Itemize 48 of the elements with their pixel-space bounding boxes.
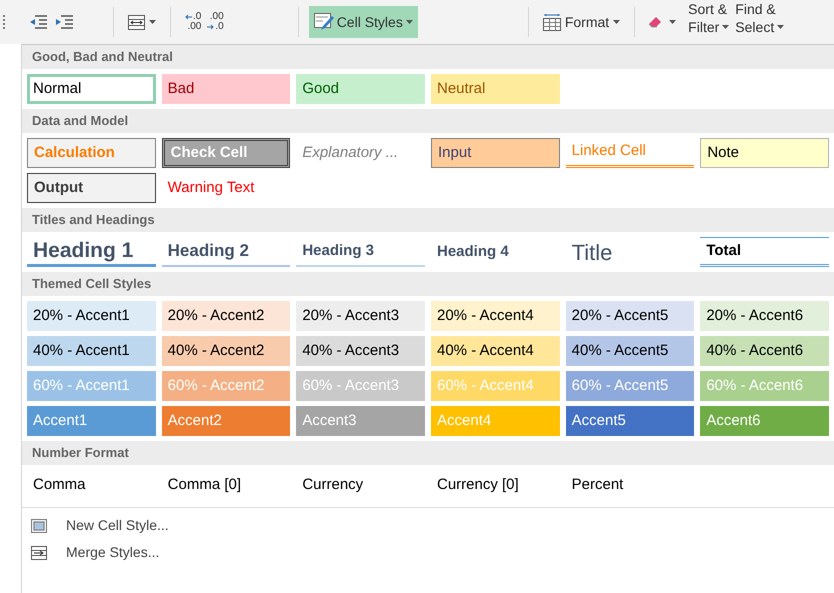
section-header: Titles and Headings	[22, 208, 834, 232]
caret-icon	[669, 20, 676, 24]
section-header: Number Format	[22, 441, 834, 465]
cell-style-option[interactable]: Output	[27, 173, 156, 203]
cell-style-option[interactable]: Total	[700, 237, 829, 267]
format-button[interactable]: Format	[528, 12, 634, 32]
cell-style-option[interactable]: 20% - Accent1	[27, 301, 156, 331]
caret-icon	[722, 25, 730, 29]
cell-style-option[interactable]: 20% - Accent5	[566, 301, 694, 331]
cell-style-option[interactable]: 40% - Accent5	[566, 336, 694, 366]
section-header: Data and Model	[22, 109, 834, 133]
section-header: Themed Cell Styles	[22, 272, 834, 296]
menu-item[interactable]: Merge Styles...	[22, 539, 834, 566]
cell-style-option[interactable]: 20% - Accent2	[162, 301, 290, 331]
cell-style-option[interactable]: 40% - Accent2	[162, 336, 290, 366]
section-header: Good, Bad and Neutral	[22, 45, 834, 69]
right-arrow-icon	[207, 24, 214, 30]
cell-style-option[interactable]: 40% - Accent3	[296, 336, 425, 366]
cell-style-option[interactable]: 20% - Accent3	[296, 301, 425, 331]
caret-icon	[406, 20, 413, 24]
cell-style-option[interactable]: Note	[700, 138, 829, 168]
cell-style-option[interactable]: 40% - Accent4	[431, 336, 560, 366]
cell-style-option[interactable]: Input	[431, 138, 560, 168]
cell-style-option[interactable]: Normal	[27, 74, 156, 104]
sort-filter-button[interactable]: Sort & Filter	[688, 0, 730, 36]
cell-style-option[interactable]: 20% - Accent4	[431, 301, 560, 331]
cell-styles-button[interactable]: Cell Styles	[308, 6, 418, 38]
cell-style-option[interactable]: Accent5	[566, 406, 694, 436]
cell-style-option[interactable]: Bad	[162, 74, 290, 104]
cell-style-option[interactable]: Neutral	[431, 74, 560, 104]
merge-icon	[31, 546, 47, 560]
caret-icon	[777, 25, 784, 29]
caret-icon	[149, 20, 156, 24]
table-icon	[31, 518, 47, 532]
menu-item[interactable]: New Cell Style...	[22, 512, 834, 539]
cell-style-option[interactable]: Good	[296, 74, 425, 104]
merge-cells-icon[interactable]	[128, 14, 145, 30]
cell-style-option[interactable]: 20% - Accent6	[700, 301, 829, 331]
decrease-decimal-button[interactable]: .00 .0	[207, 12, 224, 32]
caret-icon	[613, 20, 620, 24]
format-icon	[542, 13, 561, 31]
left-arrow-icon	[185, 14, 192, 20]
increase-decimal-button[interactable]: .0 .00	[185, 12, 202, 32]
cell-style-brush-icon	[314, 13, 334, 31]
increase-indent-icon[interactable]	[55, 15, 73, 29]
cell-style-option[interactable]: 40% - Accent6	[700, 336, 829, 366]
cell-style-option[interactable]: 40% - Accent1	[27, 336, 156, 366]
find-select-button[interactable]: Find & Select	[735, 0, 784, 36]
